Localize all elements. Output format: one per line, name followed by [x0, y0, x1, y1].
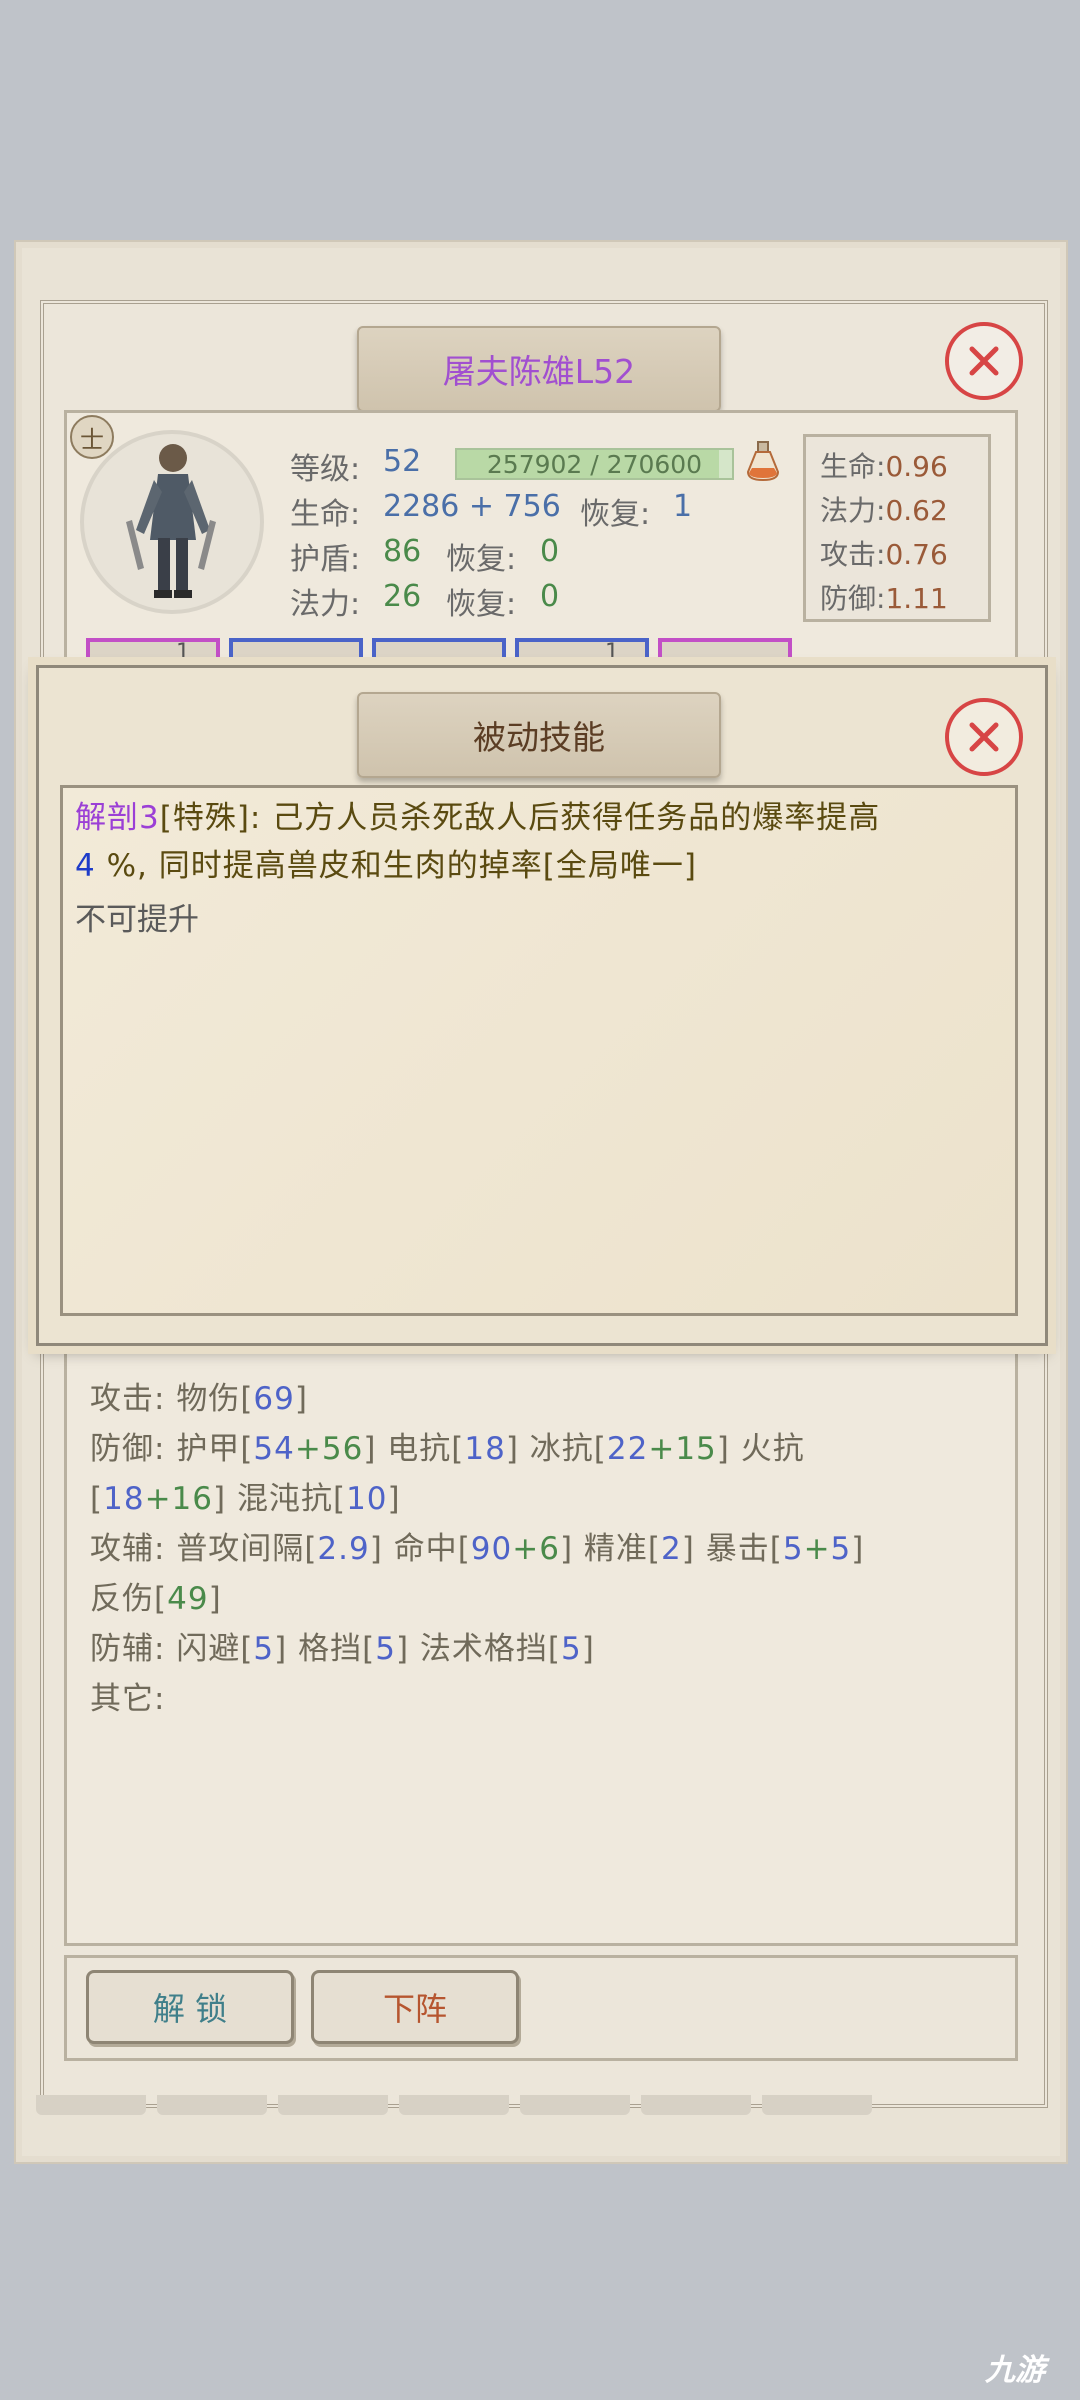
close-icon	[969, 722, 999, 752]
skill-description-box: 解剖3[特殊]: 己方人员杀死敌人后获得任务品的爆率提高 4 %, 同时提高兽皮…	[60, 785, 1018, 1316]
hp-regen-label: 恢复:	[580, 497, 651, 532]
skill-percent: 4	[75, 848, 96, 884]
shield-regen-value: 0	[540, 534, 560, 569]
bottom-tab-4[interactable]	[399, 2095, 509, 2115]
exp-text: 257902 / 270600	[486, 449, 703, 479]
hp-value: 2286 + 756	[383, 489, 561, 524]
hp-regen-value: 1	[673, 489, 693, 524]
close-icon	[969, 346, 999, 376]
skill-description: 解剖3[特殊]: 己方人员杀死敌人后获得任务品的爆率提高 4 %, 同时提高兽皮…	[75, 800, 881, 884]
ratio-row-attack: 攻击:0.76	[820, 538, 948, 571]
shield-value: 86	[383, 534, 422, 569]
attr-other: 其它:	[90, 1681, 166, 1717]
mana-value: 26	[383, 579, 422, 614]
bottom-tab-1[interactable]	[36, 2095, 146, 2115]
mana-regen-label: 恢复:	[446, 587, 517, 622]
attr-attack-aux: 攻辅: 普攻间隔[2.9] 命中[90+6] 精准[2] 暴击[5+5]	[90, 1531, 865, 1567]
potion-icon[interactable]	[746, 440, 780, 482]
attr-reflect: 反伤[49]	[90, 1581, 222, 1617]
attr-defense-cont: [18+16] 混沌抗[10]	[90, 1481, 401, 1517]
level-value: 52	[383, 444, 422, 479]
skill-dialog-title: 被动技能	[357, 692, 721, 778]
shield-regen-label: 恢复:	[446, 542, 517, 577]
level-label: 等级:	[290, 452, 361, 487]
skill-name: 解剖3	[75, 800, 160, 836]
dismiss-button[interactable]: 下阵	[311, 1970, 519, 2044]
skill-upgrade-note: 不可提升	[75, 902, 199, 938]
hp-label: 生命:	[290, 497, 361, 532]
attr-attack: 攻击: 物伤[69]	[90, 1381, 308, 1417]
attr-defense: 防御: 护甲[54+56] 电抗[18] 冰抗[22+15] 火抗	[90, 1431, 805, 1467]
bottom-tab-5[interactable]	[520, 2095, 630, 2115]
character-title: 屠夫陈雄L52	[357, 326, 721, 412]
growth-ratio-box: 生命:0.96 法力:0.62 攻击:0.76 防御:1.11	[803, 434, 991, 622]
bottom-tab-3[interactable]	[278, 2095, 388, 2115]
mana-label: 法力:	[290, 587, 361, 622]
ratio-row-hp: 生命:0.96	[820, 450, 948, 483]
bottom-tab-2[interactable]	[157, 2095, 267, 2115]
unlock-button[interactable]: 解 锁	[86, 1970, 294, 2044]
ratio-row-mana: 法力:0.62	[820, 494, 948, 527]
attr-defense-aux: 防辅: 闪避[5] 格挡[5] 法术格挡[5]	[90, 1631, 595, 1667]
class-badge: 士	[70, 415, 114, 459]
bottom-tab-7[interactable]	[762, 2095, 872, 2115]
watermark-logo: 九游	[985, 2353, 1045, 2388]
ratio-row-defense: 防御:1.11	[820, 582, 948, 615]
exp-bar: 257902 / 270600	[455, 448, 734, 480]
mana-regen-value: 0	[540, 579, 560, 614]
close-character-button[interactable]	[945, 322, 1023, 400]
bottom-tab-6[interactable]	[641, 2095, 751, 2115]
character-portrait[interactable]	[118, 430, 228, 610]
close-skill-dialog-button[interactable]	[945, 698, 1023, 776]
shield-label: 护盾:	[290, 542, 361, 577]
